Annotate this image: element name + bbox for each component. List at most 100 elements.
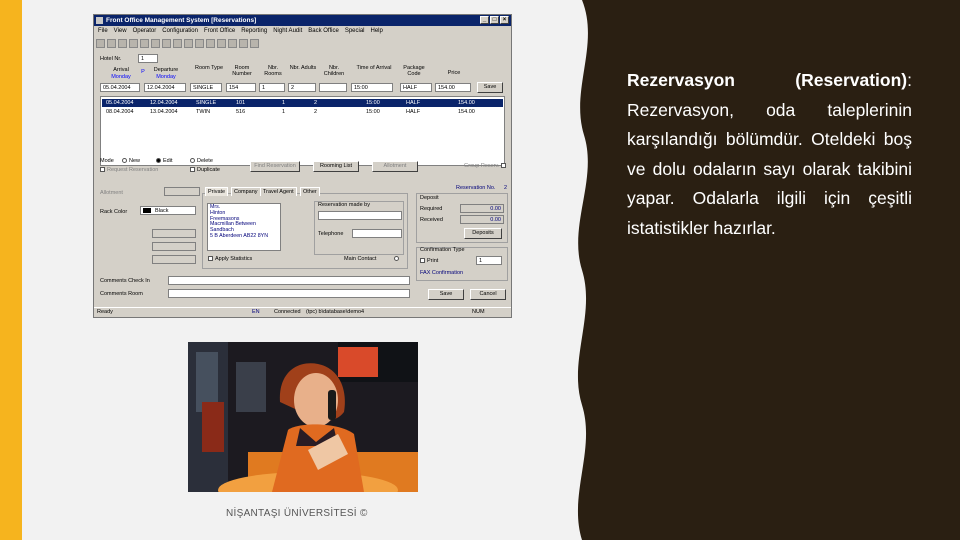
toolbar-cash-icon[interactable] (206, 38, 215, 48)
cell-adults: 2 (314, 100, 318, 106)
deposits-button[interactable]: Deposits (464, 228, 502, 239)
window-title: Front Office Management System [Reservat… (106, 17, 257, 24)
comments-checkin-input[interactable] (168, 276, 410, 285)
menu-bar: File View Operator Configuration Front O… (94, 26, 511, 36)
tab-private[interactable]: Private (205, 187, 229, 196)
status-database: (tpc) b\database\demo4 (306, 309, 365, 315)
nbr-adults-select[interactable]: 2 (288, 83, 316, 92)
table-row[interactable]: 05.04.2004 12.04.2004 SINGLE 101 1 2 15:… (102, 99, 503, 107)
room-type-select[interactable]: SINGLE (190, 83, 222, 92)
received-value: 0.00 (460, 215, 504, 224)
menu-night-audit[interactable]: Night Audit (273, 26, 302, 36)
mode-edit-label: Edit (163, 158, 173, 164)
departure-input[interactable]: 12.04.2004 (144, 83, 186, 92)
menu-front-office[interactable]: Front Office (204, 26, 235, 36)
status-connected: Connected (274, 309, 301, 315)
toolbar-cut-icon[interactable] (118, 38, 127, 48)
toolbar-new-icon[interactable] (96, 38, 105, 48)
menu-special[interactable]: Special (345, 26, 365, 36)
fax-confirmation-label: FAX Confirmation (420, 270, 464, 276)
minimize-icon[interactable]: _ (480, 16, 489, 24)
toolbar-key-icon[interactable] (228, 38, 237, 48)
price-input[interactable]: 154.00 (435, 83, 471, 92)
cell-room-number: 101 (236, 100, 246, 106)
menu-operator[interactable]: Operator (133, 26, 157, 36)
deposit-label: Deposit (420, 195, 439, 201)
menu-configuration[interactable]: Configuration (162, 26, 198, 36)
allotment-field[interactable] (164, 187, 200, 196)
save-button[interactable]: Save (428, 289, 464, 300)
toolbar-guests-icon[interactable] (184, 38, 193, 48)
toolbar-open-icon[interactable] (107, 38, 116, 48)
cell-package: HALF (406, 109, 421, 115)
reservation-made-by-input[interactable] (318, 211, 402, 220)
arrival-input[interactable]: 05.04.2004 (100, 83, 140, 92)
rooming-list-button[interactable]: Rooming List (313, 161, 359, 172)
arrival-day: Monday (111, 74, 131, 80)
toolbar-print-icon[interactable] (151, 38, 160, 48)
cell-time: 15:00 (366, 109, 380, 115)
telephone-input[interactable] (352, 229, 402, 238)
mode-delete-radio[interactable]: Delete (190, 158, 213, 164)
cancel-button[interactable]: Cancel (470, 289, 506, 300)
duplicate-checkbox[interactable]: Duplicate (190, 167, 220, 173)
apply-statistics-checkbox[interactable]: Apply Statistics (208, 256, 252, 262)
tab-travel-agent[interactable]: Travel Agent (260, 187, 297, 196)
reservation-no-label: Reservation No. (456, 185, 496, 191)
cell-room-type: SINGLE (196, 100, 217, 106)
col-price: Price (447, 70, 461, 76)
telephone-label: Telephone (318, 231, 344, 237)
menu-help[interactable]: Help (371, 26, 383, 36)
disabled-select-3[interactable] (152, 255, 196, 264)
menu-view[interactable]: View (114, 26, 127, 36)
mode-edit-radio[interactable]: Edit (156, 158, 172, 164)
toolbar-rooms-icon[interactable] (173, 38, 182, 48)
tab-company[interactable]: Company (231, 187, 261, 196)
slide-description: : Rezervasyon, oda taleplerinin karşılan… (627, 70, 912, 238)
col-nbr-children: Nbr. Children (323, 65, 345, 77)
maximize-icon[interactable]: □ (490, 16, 499, 24)
print-copies-select[interactable]: 1 (476, 256, 502, 265)
allotment-button[interactable]: Allotment (372, 161, 418, 172)
toolbar-report-icon[interactable] (195, 38, 204, 48)
nbr-rooms-select[interactable]: 1 (259, 83, 285, 92)
toolbar-help-icon[interactable] (250, 38, 259, 48)
reservations-table: 05.04.2004 12.04.2004 SINGLE 101 1 2 15:… (100, 96, 505, 166)
main-contact-radio[interactable] (394, 256, 401, 262)
group-reserv-checkbox[interactable]: Group Reserv. (464, 163, 508, 169)
hotel-label: Hotel Nr. (100, 56, 122, 62)
reservation-made-by-label: Reservation made by (318, 202, 370, 208)
tab-other[interactable]: Other (300, 187, 320, 196)
menu-back-office[interactable]: Back Office (308, 26, 339, 36)
toolbar-copy-icon[interactable] (129, 38, 138, 48)
close-icon[interactable]: × (500, 16, 509, 24)
save-row-button[interactable]: Save (477, 82, 503, 93)
package-code-select[interactable]: HALF (400, 83, 432, 92)
request-checkbox[interactable]: Request Reservation (100, 167, 158, 173)
toolbar-paste-icon[interactable] (140, 38, 149, 48)
table-row[interactable]: 08.04.2004 13.04.2004 TWIN 516 1 2 15:00… (102, 108, 503, 116)
nbr-children-select[interactable] (319, 83, 347, 92)
toolbar-exit-icon[interactable] (239, 38, 248, 48)
col-departure: Departure (153, 67, 179, 73)
disabled-select-1[interactable] (152, 229, 196, 238)
rack-color-select[interactable]: Black (140, 206, 196, 215)
print-checkbox[interactable]: Print (420, 258, 438, 264)
menu-reporting[interactable]: Reporting (241, 26, 267, 36)
apply-statistics-label: Apply Statistics (215, 256, 253, 262)
toolbar-calendar-icon[interactable] (162, 38, 171, 48)
hotel-select[interactable]: 1 (138, 54, 158, 63)
menu-file[interactable]: File (98, 26, 108, 36)
cell-adults: 2 (314, 109, 318, 115)
room-number-select[interactable]: 154 (226, 83, 256, 92)
accent-bar (0, 0, 22, 540)
private-guest-list[interactable]: Mrs. Hinton Freemasons Macmillan Between… (207, 203, 281, 251)
toolbar-phone-icon[interactable] (217, 38, 226, 48)
mode-new-radio[interactable]: New (122, 158, 140, 164)
comments-room-input[interactable] (168, 289, 410, 298)
time-arrival-select[interactable]: 15:00 (351, 83, 393, 92)
find-reservation-button[interactable]: Find Reservation (250, 161, 300, 172)
disabled-select-2[interactable] (152, 242, 196, 251)
cell-room-number: 516 (236, 109, 246, 115)
print-label: Print (427, 258, 439, 264)
